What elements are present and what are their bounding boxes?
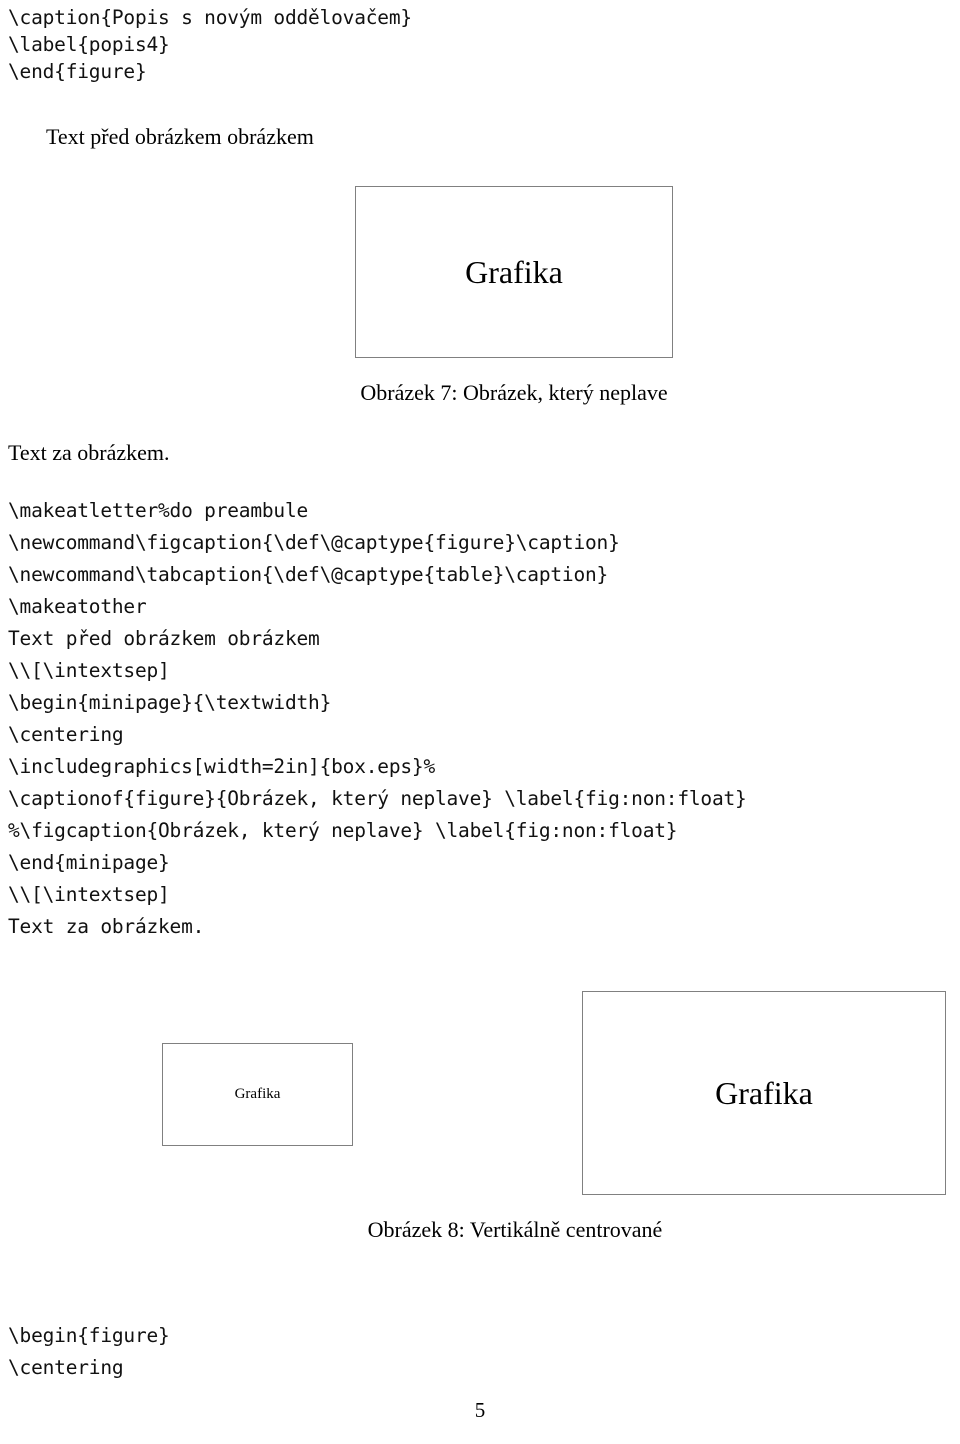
figure8-caption: Obrázek 8: Vertikálně centrované (367, 1217, 663, 1242)
figure7-graphic-label: Grafika (465, 253, 563, 290)
code-line: Text před obrázkem obrázkem (8, 627, 320, 650)
figure8-large-graphic-label: Grafika (715, 1074, 813, 1111)
code-line: \centering (8, 1356, 124, 1379)
code-line: \makeatletter%do preambule (8, 499, 309, 522)
code-line: \newcommand\tabcaption{\def\@captype{tab… (8, 563, 609, 586)
code-line: \includegraphics[width=2in]{box.eps}% (8, 755, 435, 778)
prose-before-figure7: Text před obrázkem obrázkem (46, 124, 314, 149)
figure8-small-graphic-box: Grafika (162, 1043, 353, 1146)
document-page: \caption{Popis s novým oddělovačem} \lab… (0, 0, 960, 1444)
figure8-small-graphic-label: Grafika (234, 1086, 281, 1102)
page-number: 5 (474, 1398, 486, 1422)
code-line: \caption{Popis s novým oddělovačem} (8, 6, 412, 29)
code-line: \end{minipage} (8, 851, 170, 874)
code-line: \begin{figure} (8, 1324, 170, 1347)
code-line: Text za obrázkem. (8, 915, 205, 938)
code-line: \label{popis4} (8, 33, 170, 56)
code-line: \makeatother (8, 595, 147, 618)
code-line: \begin{minipage}{\textwidth} (8, 691, 332, 714)
code-line: %\figcaption{Obrázek, který neplave} \la… (8, 819, 678, 842)
figure7-graphic-box: Grafika (355, 186, 673, 358)
figure7-caption: Obrázek 7: Obrázek, který neplave (360, 380, 668, 405)
prose-after-figure7: Text za obrázkem. (8, 440, 170, 465)
code-line: \captionof{figure}{Obrázek, který neplav… (8, 787, 747, 810)
code-line: \newcommand\figcaption{\def\@captype{fig… (8, 531, 620, 554)
code-line: \centering (8, 723, 124, 746)
code-line: \\[\intextsep] (8, 883, 170, 906)
code-line: \\[\intextsep] (8, 659, 170, 682)
code-line: \end{figure} (8, 60, 147, 83)
figure8-large-graphic-box: Grafika (582, 991, 946, 1195)
